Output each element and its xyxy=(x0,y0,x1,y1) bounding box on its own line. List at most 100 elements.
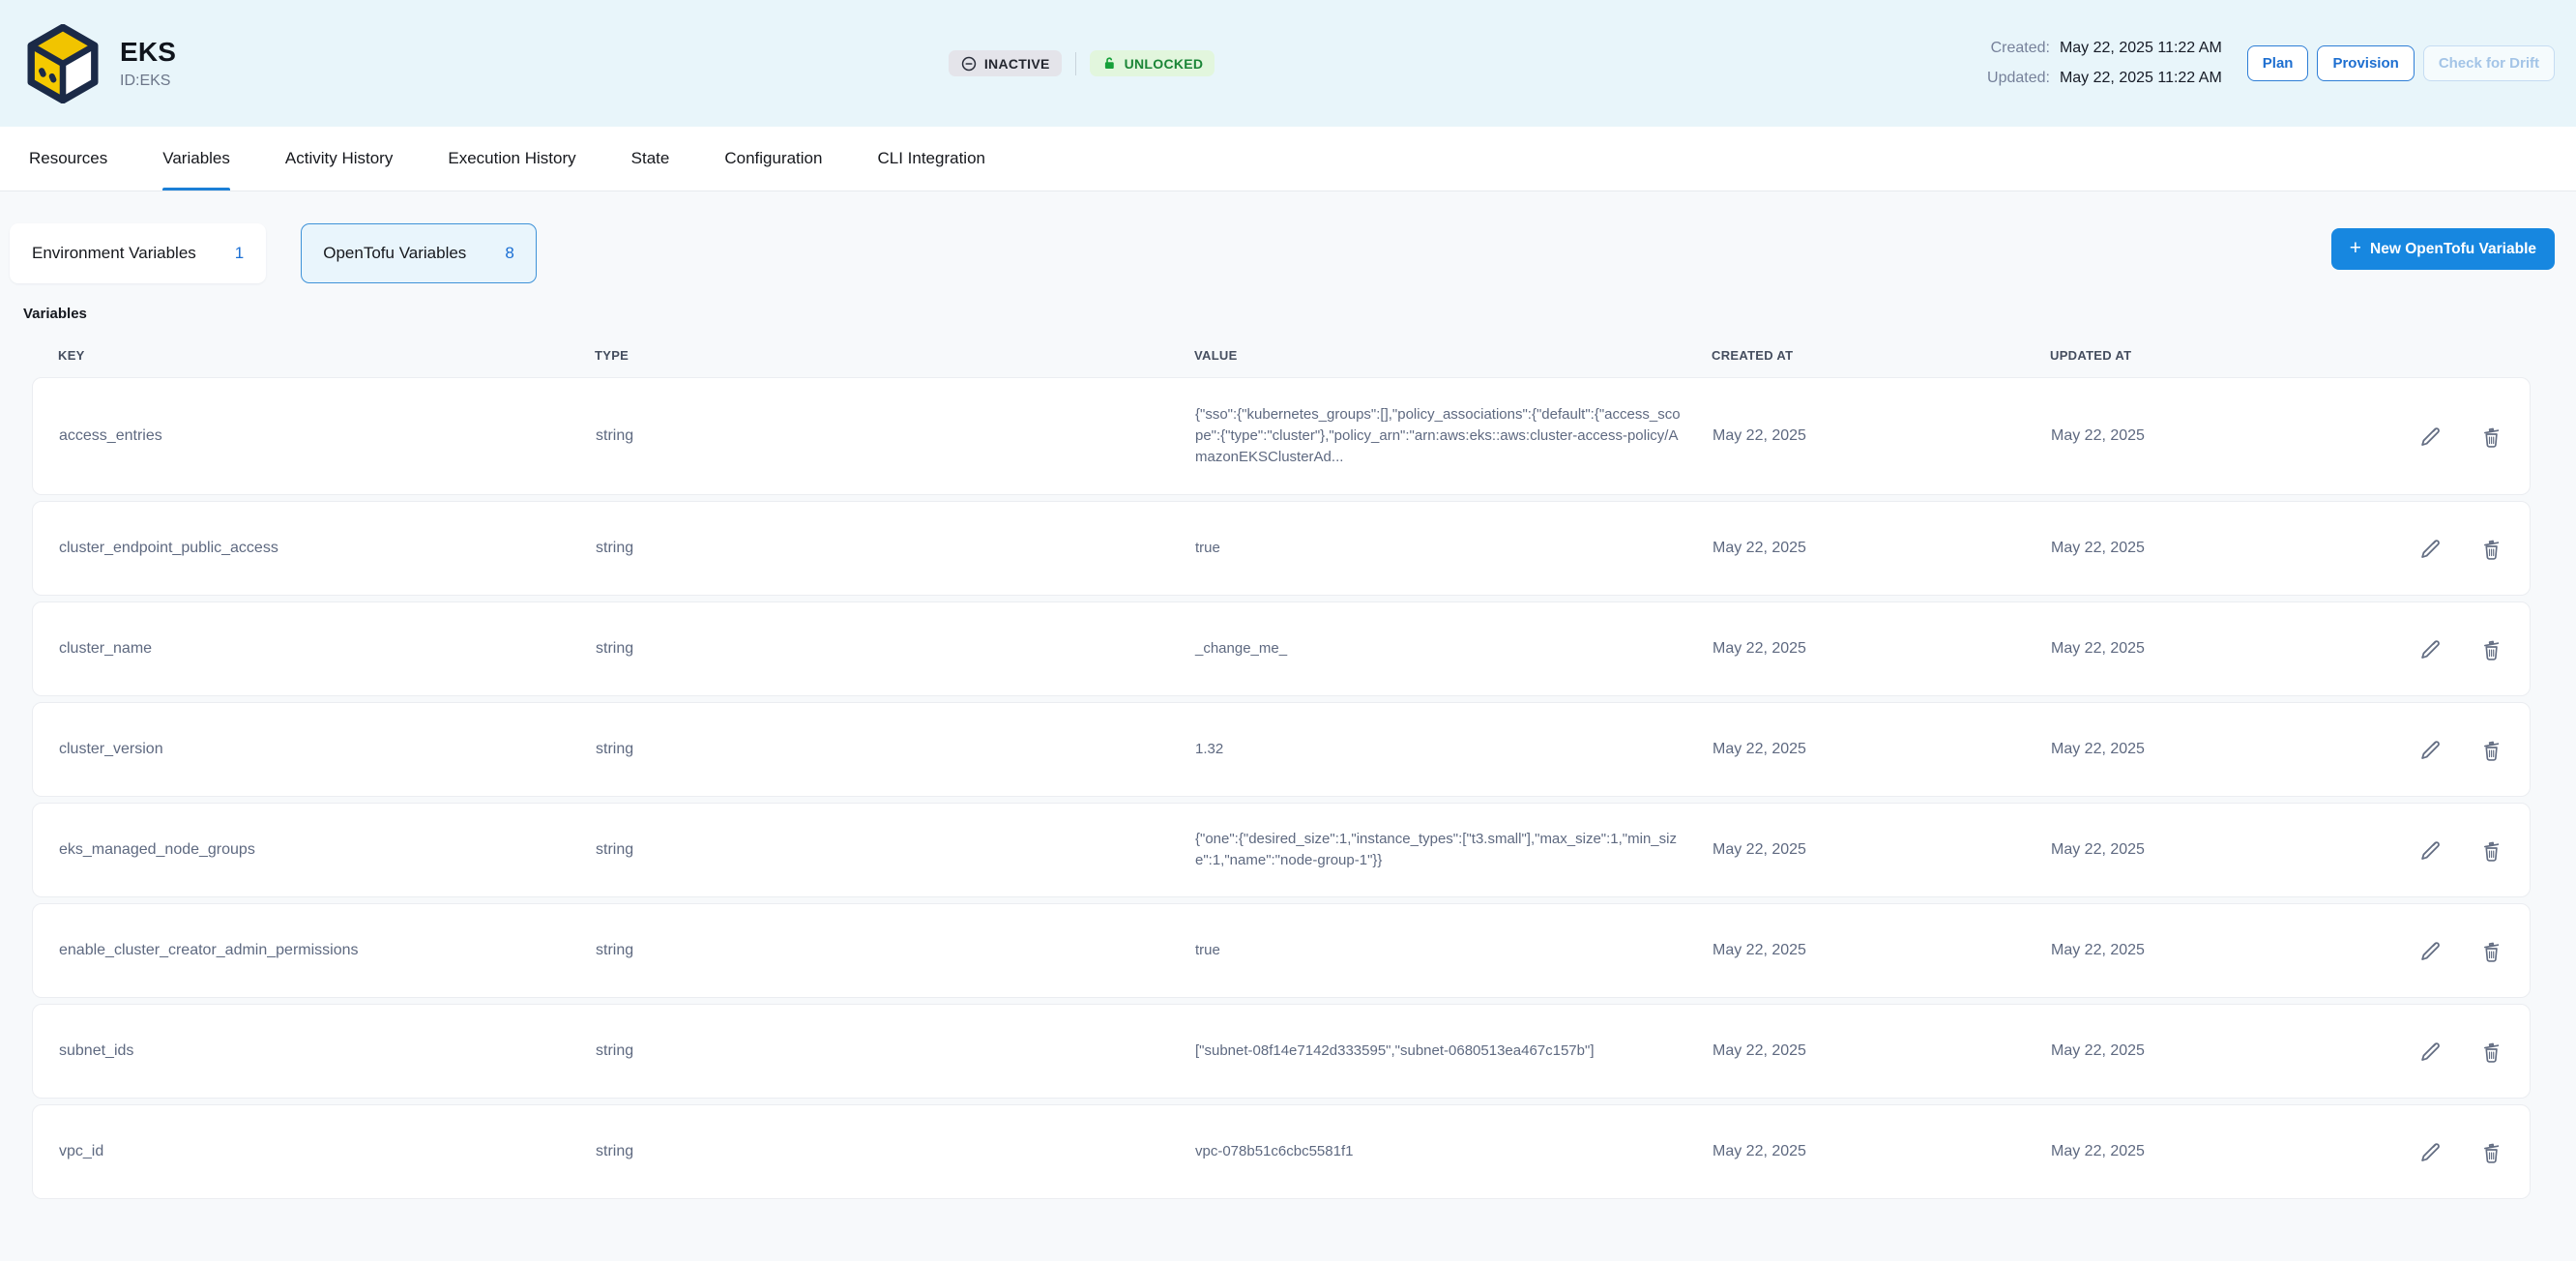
cell-type: string xyxy=(596,427,1195,445)
cell-value: ["subnet-08f14e7142d333595","subnet-0680… xyxy=(1195,1041,1712,1062)
variable-tab-count: 8 xyxy=(505,244,513,263)
table-row: cluster_endpoint_public_accessstringtrue… xyxy=(32,501,2531,596)
cell-updated-at: May 22, 2025 xyxy=(2051,1143,2368,1160)
cell-updated-at: May 22, 2025 xyxy=(2051,1042,2368,1060)
cell-updated-at: May 22, 2025 xyxy=(2051,427,2368,445)
tab-variables[interactable]: Variables xyxy=(162,127,230,191)
variable-tab-opentofu-variables[interactable]: OpenTofu Variables 8 xyxy=(301,223,537,283)
plan-button[interactable]: Plan xyxy=(2247,45,2309,81)
cell-value: {"one":{"desired_size":1,"instance_types… xyxy=(1195,829,1712,871)
tab-resources[interactable]: Resources xyxy=(29,127,107,191)
row-actions xyxy=(2368,637,2503,661)
cell-updated-at: May 22, 2025 xyxy=(2051,540,2368,557)
variables-table: KEYTYPEVALUECREATED ATUPDATED AT access_… xyxy=(32,322,2531,1199)
status-badge-label: INACTIVE xyxy=(984,56,1050,72)
table-row: access_entriesstring{"sso":{"kubernetes_… xyxy=(32,377,2531,495)
cell-type: string xyxy=(596,1042,1195,1060)
cell-key: cluster_name xyxy=(59,640,596,658)
cell-value: true xyxy=(1195,538,1712,559)
cell-value: 1.32 xyxy=(1195,739,1712,760)
table-row: cluster_namestring_change_me_May 22, 202… xyxy=(32,601,2531,696)
cell-type: string xyxy=(596,1143,1195,1160)
cell-type: string xyxy=(596,942,1195,959)
pencil-icon[interactable] xyxy=(2419,838,2444,863)
section-title: Variables xyxy=(23,306,2557,322)
new-opentofu-variable-button[interactable]: + New OpenTofu Variable xyxy=(2331,228,2555,270)
provision-button[interactable]: Provision xyxy=(2317,45,2414,81)
cell-created-at: May 22, 2025 xyxy=(1712,427,2051,445)
pencil-icon[interactable] xyxy=(2419,1040,2444,1064)
cell-created-at: May 22, 2025 xyxy=(1712,942,2051,959)
pencil-icon[interactable] xyxy=(2419,1140,2444,1164)
cell-created-at: May 22, 2025 xyxy=(1712,540,2051,557)
cell-updated-at: May 22, 2025 xyxy=(2051,741,2368,758)
tab-bar: Resources Variables Activity History Execut… xyxy=(0,127,2576,191)
trash-icon[interactable] xyxy=(2479,425,2503,449)
cell-value: vpc-078b51c6cbc5581f1 xyxy=(1195,1141,1712,1162)
status-badges: INACTIVE UNLOCKED xyxy=(949,50,1215,76)
cell-updated-at: May 22, 2025 xyxy=(2051,841,2368,859)
tab-configuration[interactable]: Configuration xyxy=(724,127,822,191)
row-actions xyxy=(2368,939,2503,963)
cell-key: eks_managed_node_groups xyxy=(59,841,596,859)
row-actions xyxy=(2368,838,2503,863)
cell-key: cluster_version xyxy=(59,741,596,758)
cell-value: _change_me_ xyxy=(1195,638,1712,660)
trash-icon[interactable] xyxy=(2479,939,2503,963)
cell-type: string xyxy=(596,540,1195,557)
opentofu-cube-logo-icon xyxy=(23,24,102,103)
trash-icon[interactable] xyxy=(2479,1140,2503,1164)
tab-cli-integration[interactable]: CLI Integration xyxy=(877,127,985,191)
trash-icon[interactable] xyxy=(2479,537,2503,561)
status-badge-unlocked: UNLOCKED xyxy=(1090,50,1215,76)
created-label: Created: xyxy=(1991,40,2050,57)
workspace-id: ID:EKS xyxy=(120,73,176,90)
timestamps: Created: May 22, 2025 11:22 AM Updated: … xyxy=(1987,40,2222,87)
pencil-icon[interactable] xyxy=(2419,637,2444,661)
cell-updated-at: May 22, 2025 xyxy=(2051,942,2368,959)
tab-execution-history[interactable]: Execution History xyxy=(448,127,575,191)
cell-type: string xyxy=(596,841,1195,859)
cell-created-at: May 22, 2025 xyxy=(1712,741,2051,758)
trash-icon[interactable] xyxy=(2479,1040,2503,1064)
cell-key: subnet_ids xyxy=(59,1042,596,1060)
table-header-row: KEYTYPEVALUECREATED ATUPDATED AT xyxy=(32,322,2531,377)
cell-key: access_entries xyxy=(59,427,596,445)
row-actions xyxy=(2368,1140,2503,1164)
pencil-icon[interactable] xyxy=(2419,425,2444,449)
pencil-icon[interactable] xyxy=(2419,738,2444,762)
new-variable-button-label: New OpenTofu Variable xyxy=(2370,241,2536,258)
column-header-value: VALUE xyxy=(1194,348,1712,363)
cell-type: string xyxy=(596,741,1195,758)
status-badge-label: UNLOCKED xyxy=(1125,56,1204,72)
cell-value: true xyxy=(1195,940,1712,961)
unlock-icon xyxy=(1101,55,1118,72)
pencil-icon[interactable] xyxy=(2419,537,2444,561)
column-header-created-at: CREATED AT xyxy=(1712,348,2050,363)
trash-icon[interactable] xyxy=(2479,838,2503,863)
cell-type: string xyxy=(596,640,1195,658)
variable-tab-label: OpenTofu Variables xyxy=(323,244,466,263)
variable-type-tabs: Environment Variables 1 OpenTofu Variables… xyxy=(10,223,537,283)
cell-key: enable_cluster_creator_admin_permissions xyxy=(59,942,596,959)
variable-tab-count: 1 xyxy=(235,244,244,263)
table-row: subnet_idsstring["subnet-08f14e7142d3335… xyxy=(32,1004,2531,1099)
pencil-icon[interactable] xyxy=(2419,939,2444,963)
tab-state[interactable]: State xyxy=(631,127,670,191)
check-for-drift-button[interactable]: Check for Drift xyxy=(2423,45,2555,81)
row-actions xyxy=(2368,1040,2503,1064)
variable-tab-environment-variables[interactable]: Environment Variables 1 xyxy=(10,223,266,283)
row-actions xyxy=(2368,425,2503,449)
trash-icon[interactable] xyxy=(2479,637,2503,661)
cell-created-at: May 22, 2025 xyxy=(1712,1143,2051,1160)
plus-icon: + xyxy=(2350,238,2361,258)
row-actions xyxy=(2368,537,2503,561)
workspace-header: EKS ID:EKS INACTIVE UNLOCKED xyxy=(0,0,2576,127)
updated-label: Updated: xyxy=(1987,70,2050,87)
table-row: cluster_versionstring1.32May 22, 2025May… xyxy=(32,702,2531,797)
variable-tab-label: Environment Variables xyxy=(32,244,196,263)
tab-activity-history[interactable]: Activity History xyxy=(285,127,393,191)
column-header-key: KEY xyxy=(58,348,595,363)
trash-icon[interactable] xyxy=(2479,738,2503,762)
table-row: enable_cluster_creator_admin_permissions… xyxy=(32,903,2531,998)
